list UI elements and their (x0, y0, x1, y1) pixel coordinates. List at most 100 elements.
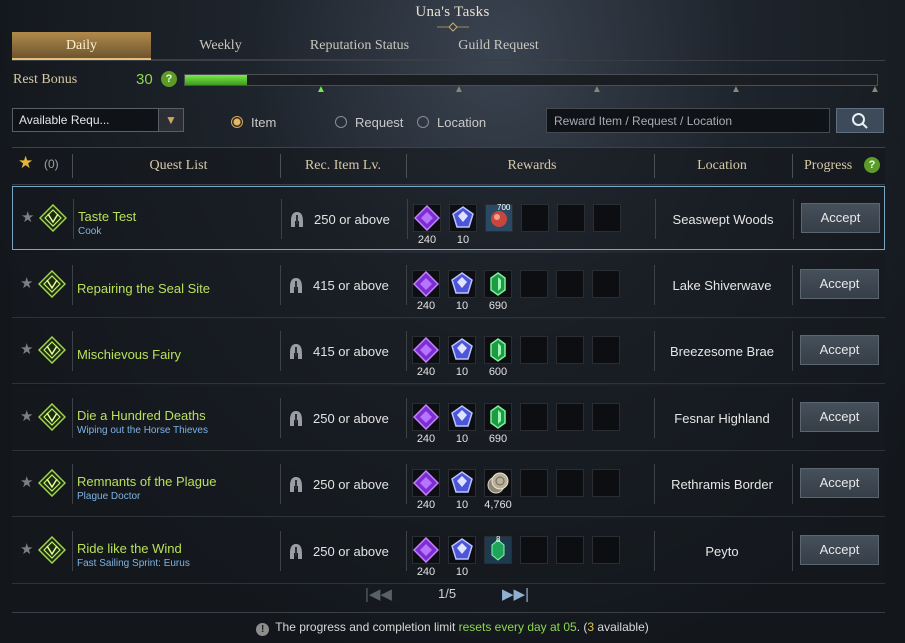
tab-daily[interactable]: Daily (12, 32, 151, 60)
reward-quantity: 10 (455, 433, 469, 445)
reward-quantity: 240 (416, 366, 436, 378)
reward-quantity: 10 (455, 566, 469, 578)
reward-blue-icon[interactable] (449, 537, 475, 563)
reward-green-icon[interactable] (485, 404, 511, 430)
favorite-star-icon[interactable]: ★ (20, 340, 33, 358)
reward-purple-icon[interactable] (412, 403, 440, 431)
reward-purple-icon[interactable] (413, 204, 441, 232)
table-row[interactable]: ★ Die a Hundred Deaths Wiping out the Hors… (12, 386, 885, 451)
reward-purple-icon[interactable] (412, 336, 440, 364)
table-row[interactable]: ★ Remnants of the Plague Plague Doctor 250 … (12, 452, 885, 517)
radio-request[interactable] (335, 116, 347, 128)
bar-marker-icon: ▲ (316, 84, 326, 95)
bar-marker-icon: ▲ (870, 84, 880, 95)
radio-location[interactable] (417, 116, 429, 128)
favorite-star-icon[interactable]: ★ (21, 208, 34, 226)
accept-button[interactable]: Accept (801, 203, 880, 233)
row-divider (280, 331, 281, 371)
reward-quantity: 10 (456, 234, 470, 246)
tab-weekly[interactable]: Weekly (151, 32, 290, 60)
favorite-star-icon[interactable]: ★ (18, 153, 33, 173)
table-row[interactable]: ★ Taste Test Cook 250 or above 240 10 700 Seasw… (12, 186, 885, 250)
reward-slot (592, 270, 620, 298)
availability-dropdown[interactable]: Available Requ... ▼ (12, 108, 184, 132)
rec-item-level: 250 or above (313, 544, 389, 559)
row-divider (72, 331, 73, 371)
accept-button[interactable]: Accept (800, 269, 879, 299)
accept-button[interactable]: Accept (800, 402, 879, 432)
favorite-star-icon[interactable]: ★ (20, 540, 33, 558)
reward-quantity: 240 (417, 234, 437, 246)
table-row[interactable]: ★ Repairing the Seal Site 415 or above 240 1… (12, 253, 885, 318)
reward-slot (520, 469, 548, 497)
reward-blue-icon[interactable] (450, 205, 476, 231)
quest-subtitle: Cook (78, 226, 102, 237)
rec-item-level: 250 or above (313, 411, 389, 426)
row-divider (406, 464, 407, 504)
reward-purple-icon[interactable] (412, 469, 440, 497)
reward-slot (520, 336, 548, 364)
tab-reputation-status[interactable]: Reputation Status (290, 32, 429, 60)
reward-quantity: 10 (455, 499, 469, 511)
accept-button[interactable]: Accept (800, 535, 879, 565)
favorite-star-icon[interactable]: ★ (20, 274, 33, 292)
tab-bar: Daily Weekly Reputation Status Guild Req… (12, 32, 568, 60)
rec-item-level: 250 or above (313, 477, 389, 492)
row-divider (73, 199, 74, 239)
reward-green-icon[interactable] (485, 337, 511, 363)
reward-purple-icon[interactable] (412, 270, 440, 298)
reward-slot (593, 204, 621, 232)
first-page-icon[interactable]: |◀◀ (365, 585, 392, 603)
favorite-star-icon[interactable]: ★ (20, 473, 33, 491)
quest-location: Peyto (705, 544, 739, 559)
row-divider (406, 398, 407, 438)
favorite-star-icon[interactable]: ★ (20, 407, 33, 425)
quest-subtitle: Fast Sailing Sprint: Eurus (77, 558, 190, 569)
row-divider (654, 398, 655, 438)
header-divider (654, 154, 655, 178)
reward-quantity: 690 (488, 433, 508, 445)
reward-slot (556, 336, 584, 364)
reward-green-icon[interactable] (485, 271, 511, 297)
quest-icon (37, 468, 67, 498)
footer-reset-time: resets every day at 05 (458, 620, 577, 634)
reward-quantity: 240 (416, 499, 436, 511)
reward-blue-icon[interactable] (449, 404, 475, 430)
quest-name: Mischievous Fairy (77, 347, 182, 362)
last-page-icon[interactable]: ▶▶| (502, 585, 529, 603)
rec-item-level: 415 or above (313, 278, 389, 293)
progress-help-icon[interactable]: ? (864, 157, 880, 173)
reward-slot (556, 270, 584, 298)
row-divider (72, 464, 73, 504)
row-divider (792, 331, 793, 371)
reward-purple-icon[interactable] (412, 536, 440, 564)
rest-bonus-bar-fill (185, 75, 248, 85)
radio-item[interactable] (231, 116, 243, 128)
reward-coin-icon[interactable] (485, 470, 511, 496)
reward-blue-icon[interactable] (449, 337, 475, 363)
table-row[interactable]: ★ Ride like the Wind Fast Sailing Sprint: … (12, 519, 885, 584)
reward-blue-icon[interactable] (449, 271, 475, 297)
header-location[interactable]: Location (657, 158, 787, 174)
search-input[interactable]: Reward Item / Request / Location (546, 108, 830, 133)
search-button[interactable] (836, 108, 884, 133)
bar-marker-icon: ▲ (592, 84, 602, 95)
header-rec-item-lv[interactable]: Rec. Item Lv. (284, 158, 402, 174)
rest-bonus-help-icon[interactable]: ? (161, 71, 177, 87)
row-divider (406, 265, 407, 305)
reward-quantity: 240 (416, 433, 436, 445)
table-row[interactable]: ★ Mischievous Fairy 415 or above 240 10 600 Br… (12, 319, 885, 384)
row-divider (792, 265, 793, 305)
accept-button[interactable]: Accept (800, 335, 879, 365)
accept-button[interactable]: Accept (800, 468, 879, 498)
header-quest-list[interactable]: Quest List (112, 158, 245, 174)
quest-location: Fesnar Highland (674, 411, 770, 426)
helmet-icon (289, 277, 303, 295)
quest-name: Remnants of the Plague (77, 474, 217, 489)
reward-blue-icon[interactable] (449, 470, 475, 496)
radio-location-label: Location (437, 115, 487, 130)
bar-marker-icon: ▲ (454, 84, 464, 95)
row-divider (280, 265, 281, 305)
tab-guild-request[interactable]: Guild Request (429, 32, 568, 60)
chevron-down-icon[interactable]: ▼ (158, 109, 183, 131)
